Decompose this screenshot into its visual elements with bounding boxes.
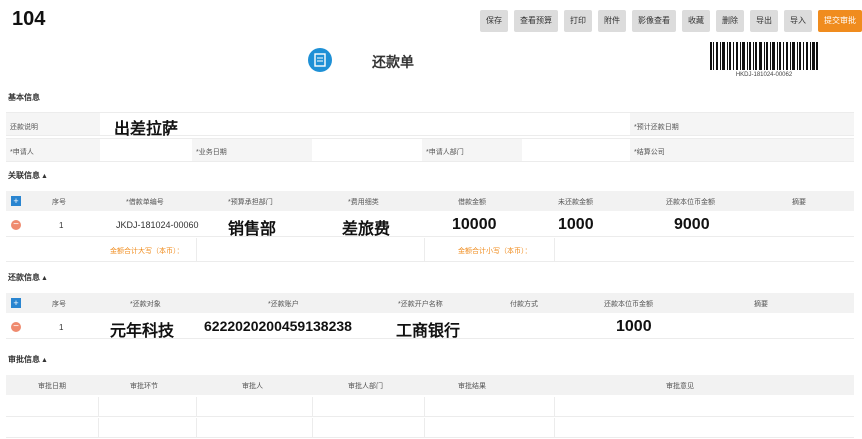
table-row: − 1 JKDJ-181024-00060 销售部 差旅费 10000 1000…: [6, 213, 854, 239]
repay-target-field[interactable]: 元年科技: [110, 317, 174, 341]
unpaid-field[interactable]: 1000: [558, 216, 594, 234]
repay-amount-field[interactable]: 1000: [616, 318, 652, 336]
loan-no-field[interactable]: JKDJ-181024-00060: [116, 220, 199, 230]
expected-date-label: *预计还款日期: [634, 124, 679, 131]
barcode-icon: [710, 42, 818, 70]
add-row-icon[interactable]: +: [11, 196, 21, 206]
view-budget-button[interactable]: 查看预算: [514, 10, 558, 32]
col-approval-step: 审批环节: [130, 383, 158, 390]
loan-amount-field[interactable]: 10000: [452, 216, 497, 234]
col-summary: 摘要: [792, 199, 806, 206]
related-table-header: + 序号 *借款单编号 *预算承担部门 *费用细类 借款金额 未还款金额 还款本…: [6, 191, 854, 211]
document-number: 104: [12, 8, 46, 30]
col-seq: 序号: [52, 199, 66, 206]
biz-date-label: *业务日期: [196, 149, 227, 156]
col-repay-target: *还款对象: [130, 301, 161, 308]
repay-note-field[interactable]: 出差拉萨: [114, 115, 178, 139]
page-title: 还款单: [372, 54, 414, 70]
col-bank-name: *还款开户名称: [398, 301, 443, 308]
total-upper-label: 金额合计大写（本币）：: [110, 248, 184, 255]
section-related-title: 关联信息: [8, 171, 40, 180]
row-seq: 1: [59, 221, 64, 230]
save-button[interactable]: 保存: [480, 10, 508, 32]
repay-amount-field[interactable]: 9000: [674, 216, 710, 234]
settle-company-label: *结算公司: [634, 149, 665, 156]
collapse-up-icon[interactable]: ▲: [41, 275, 48, 282]
col-repay-amount: 还款本位币金额: [604, 301, 653, 308]
section-approval-info[interactable]: 审批信息▲: [8, 354, 48, 365]
col-budget-dept: *预算承担部门: [228, 199, 273, 206]
col-pay-method: 付款方式: [510, 301, 538, 308]
dept-field[interactable]: 销售部: [228, 215, 276, 239]
col-summary: 摘要: [754, 301, 768, 308]
row-seq: 1: [59, 323, 64, 332]
document-icon: [308, 48, 332, 72]
col-repay-amount: 还款本位币金额: [666, 199, 715, 206]
approval-table-header: 审批日期 审批环节 审批人 审批人部门 审批结果 审批意见: [6, 375, 854, 395]
add-row-icon[interactable]: +: [11, 298, 21, 308]
delete-button[interactable]: 删除: [716, 10, 744, 32]
print-button[interactable]: 打印: [564, 10, 592, 32]
col-approver-dept: 审批人部门: [348, 383, 383, 390]
section-related-info[interactable]: 关联信息▲: [8, 170, 48, 181]
col-approval-opinion: 审批意见: [666, 383, 694, 390]
col-approval-result: 审批结果: [458, 383, 486, 390]
image-view-button[interactable]: 影像查看: [632, 10, 676, 32]
related-total-row: 金额合计大写（本币）： 金额合计小写（本币）：: [6, 238, 854, 262]
table-row: [6, 418, 854, 438]
collapse-up-icon[interactable]: ▲: [41, 357, 48, 364]
export-button[interactable]: 导出: [750, 10, 778, 32]
total-lower-label: 金额合计小写（本币）：: [458, 248, 532, 255]
section-repay-info[interactable]: 还款信息▲: [8, 272, 48, 283]
section-approval-title: 审批信息: [8, 355, 40, 364]
toolbar: 保存 查看预算 打印 附件 影像查看 收藏 删除 导出 导入 提交审批: [480, 10, 862, 32]
table-row: − 1 元年科技 6222020200459138238 工商银行 1000: [6, 315, 854, 341]
attachment-button[interactable]: 附件: [598, 10, 626, 32]
col-loan-no: *借款单编号: [126, 199, 164, 206]
applicant-label: *申请人: [10, 149, 34, 156]
section-repay-title: 还款信息: [8, 273, 40, 282]
col-seq: 序号: [52, 301, 66, 308]
col-approval-date: 审批日期: [38, 383, 66, 390]
basic-row-2: *申请人 *业务日期 *申请人部门 *结算公司: [6, 138, 854, 162]
barcode-number: HKDJ-181024-00062: [735, 72, 793, 78]
col-unpaid: 未还款金额: [558, 199, 593, 206]
remove-row-icon[interactable]: −: [11, 220, 21, 230]
col-repay-account: *还款账户: [268, 301, 299, 308]
submit-approval-button[interactable]: 提交审批: [818, 10, 862, 32]
repay-account-field[interactable]: 6222020200459138238: [204, 318, 352, 334]
bank-name-field[interactable]: 工商银行: [396, 317, 460, 341]
col-category: *费用细类: [348, 199, 379, 206]
import-button[interactable]: 导入: [784, 10, 812, 32]
section-basic-info: 基本信息: [8, 93, 40, 102]
category-field[interactable]: 差旅费: [342, 215, 390, 239]
col-loan-amount: 借款金额: [458, 199, 486, 206]
table-row: [6, 397, 854, 417]
col-approver: 审批人: [242, 383, 263, 390]
favorite-button[interactable]: 收藏: [682, 10, 710, 32]
applicant-dept-label: *申请人部门: [426, 149, 464, 156]
repay-note-label: 还款说明: [10, 124, 38, 131]
basic-row-1: 还款说明 出差拉萨 *预计还款日期: [6, 112, 854, 139]
collapse-up-icon[interactable]: ▲: [41, 173, 48, 180]
repay-table-header: + 序号 *还款对象 *还款账户 *还款开户名称 付款方式 还款本位币金额 摘要: [6, 293, 854, 313]
remove-row-icon[interactable]: −: [11, 322, 21, 332]
